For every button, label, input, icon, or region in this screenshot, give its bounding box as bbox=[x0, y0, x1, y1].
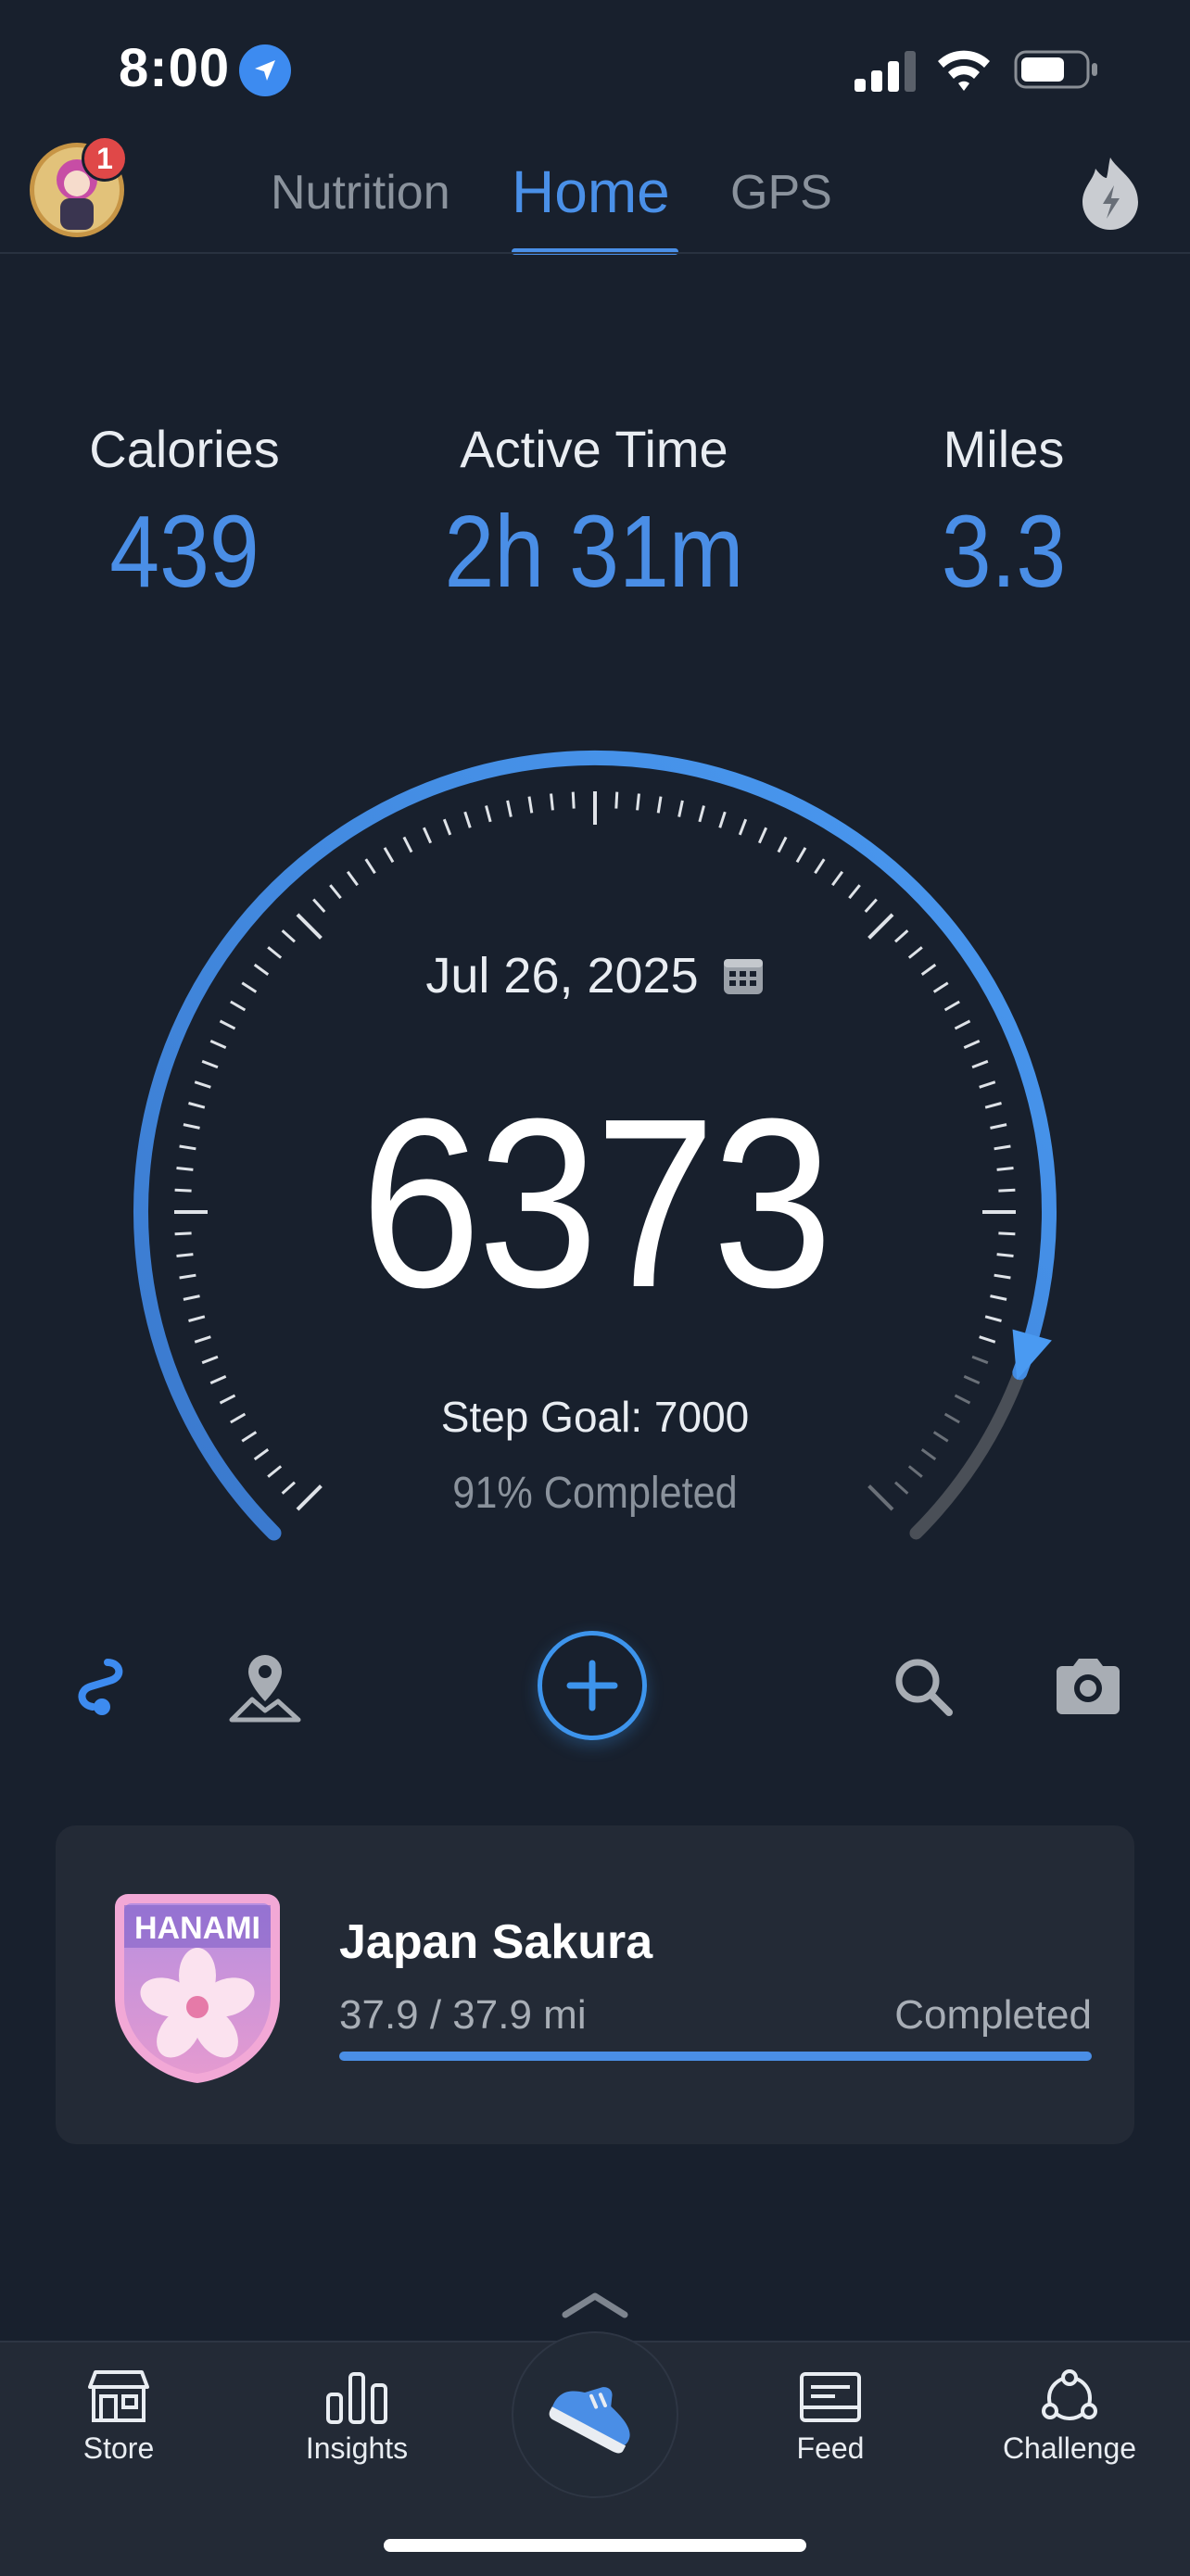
tab-insights[interactable]: Insights bbox=[264, 2368, 449, 2466]
gauge-tick bbox=[209, 1039, 227, 1050]
gauge-tick bbox=[920, 1448, 937, 1461]
gauge-tick bbox=[402, 836, 413, 853]
gauge-tick bbox=[656, 796, 663, 814]
gauge-tick bbox=[894, 929, 909, 943]
stat-label-calories: Calories bbox=[89, 420, 280, 478]
add-activity-button[interactable] bbox=[538, 1631, 647, 1740]
map-pin-icon[interactable] bbox=[228, 1649, 302, 1724]
gauge-tick bbox=[677, 800, 684, 817]
gauge-tick bbox=[281, 929, 296, 943]
shoe-icon bbox=[549, 2387, 630, 2454]
stat-value-miles: 3.3 bbox=[941, 495, 1067, 609]
feed-icon bbox=[800, 2372, 861, 2422]
tab-nutrition[interactable]: Nutrition bbox=[271, 165, 450, 221]
gauge-tick bbox=[550, 793, 554, 811]
battery-icon bbox=[1014, 50, 1097, 89]
tab-home[interactable]: Home bbox=[512, 158, 670, 226]
step-count: 6373 bbox=[360, 1069, 833, 1338]
gauge-tick bbox=[867, 913, 894, 940]
challenge-progress-fill bbox=[339, 2052, 1092, 2061]
percent-completed: 91% Completed bbox=[452, 1469, 738, 1518]
gauge-tick bbox=[795, 847, 807, 864]
stat-label-miles: Miles bbox=[943, 420, 1065, 478]
stat-value-active-time: 2h 31m bbox=[444, 495, 744, 609]
stat-label-active-time: Active Time bbox=[460, 420, 728, 478]
gauge-tick bbox=[757, 827, 768, 844]
tab-gps[interactable]: GPS bbox=[730, 165, 832, 221]
gauge-tick bbox=[485, 805, 492, 823]
store-icon bbox=[88, 2370, 149, 2422]
search-icon[interactable] bbox=[886, 1649, 960, 1724]
gauge-tick bbox=[442, 818, 452, 836]
gauge-tick bbox=[738, 818, 748, 836]
gauge-tick bbox=[848, 884, 861, 900]
gauge-tick bbox=[614, 791, 619, 809]
challenge-distance: 37.9 / 37.9 mi bbox=[339, 1992, 587, 2038]
calendar-icon bbox=[723, 959, 763, 994]
gauge-tick bbox=[296, 913, 323, 940]
gauge-tick bbox=[383, 847, 395, 864]
cellular-signal-icon bbox=[855, 51, 916, 92]
gauge-tick bbox=[571, 791, 576, 809]
home-indicator bbox=[384, 2539, 806, 2552]
gauge-tick bbox=[219, 1019, 236, 1030]
gauge-tick bbox=[718, 811, 727, 828]
notification-badge: 1 bbox=[82, 135, 128, 182]
step-goal: Step Goal: 7000 bbox=[440, 1393, 750, 1441]
stat-value-calories: 439 bbox=[109, 495, 260, 609]
challenge-progress-bar bbox=[339, 2052, 1092, 2061]
challenge-icon bbox=[1042, 2369, 1097, 2420]
chevron-up-icon[interactable] bbox=[560, 2291, 630, 2318]
gauge-tick bbox=[636, 793, 640, 811]
wifi-icon bbox=[938, 50, 990, 91]
gauge-tick bbox=[831, 870, 844, 887]
tab-feed[interactable]: Feed bbox=[738, 2368, 923, 2466]
gauge-tick bbox=[312, 898, 326, 913]
gauge-tick bbox=[963, 1039, 981, 1050]
gauge-tick bbox=[329, 884, 342, 900]
gauge-tick bbox=[209, 1374, 227, 1385]
streak-flame-icon[interactable] bbox=[1077, 156, 1144, 230]
gauge-tick bbox=[463, 811, 472, 828]
location-arrow-icon bbox=[239, 44, 291, 96]
date-selector[interactable]: Jul 26, 2025 bbox=[0, 947, 1190, 1004]
tab-activity[interactable] bbox=[512, 2331, 678, 2498]
tab-store[interactable]: Store bbox=[26, 2368, 211, 2466]
tab-challenge[interactable]: Challenge bbox=[977, 2368, 1162, 2466]
gauge-tick bbox=[527, 796, 534, 814]
gauge-tick bbox=[814, 858, 826, 875]
gauge-tick bbox=[954, 1019, 971, 1030]
challenge-title: Japan Sakura bbox=[339, 1915, 653, 1969]
gauge-tick bbox=[864, 898, 878, 913]
hanami-badge: HANAMI bbox=[115, 1894, 280, 2083]
gauge-tick bbox=[777, 836, 788, 853]
gauge-tick bbox=[253, 1448, 270, 1461]
bar-chart-icon bbox=[326, 2372, 387, 2424]
gauge-tick bbox=[364, 858, 376, 875]
badge-text: HANAMI bbox=[134, 1911, 260, 1946]
gauge-tick bbox=[698, 805, 705, 823]
challenge-status: Completed bbox=[894, 1992, 1092, 2038]
date-label: Jul 26, 2025 bbox=[425, 948, 699, 1004]
route-icon[interactable] bbox=[63, 1649, 137, 1724]
gauge-tick bbox=[201, 1355, 219, 1365]
gauge-tick bbox=[506, 800, 513, 817]
gauge-tick bbox=[346, 870, 359, 887]
add-icon bbox=[566, 1660, 618, 1711]
header-divider bbox=[0, 252, 1190, 254]
gauge-tick bbox=[963, 1374, 981, 1385]
gauge-tick bbox=[422, 827, 433, 844]
camera-icon[interactable] bbox=[1051, 1649, 1125, 1724]
status-time: 8:00 bbox=[119, 38, 231, 98]
gauge-tick bbox=[971, 1355, 989, 1365]
